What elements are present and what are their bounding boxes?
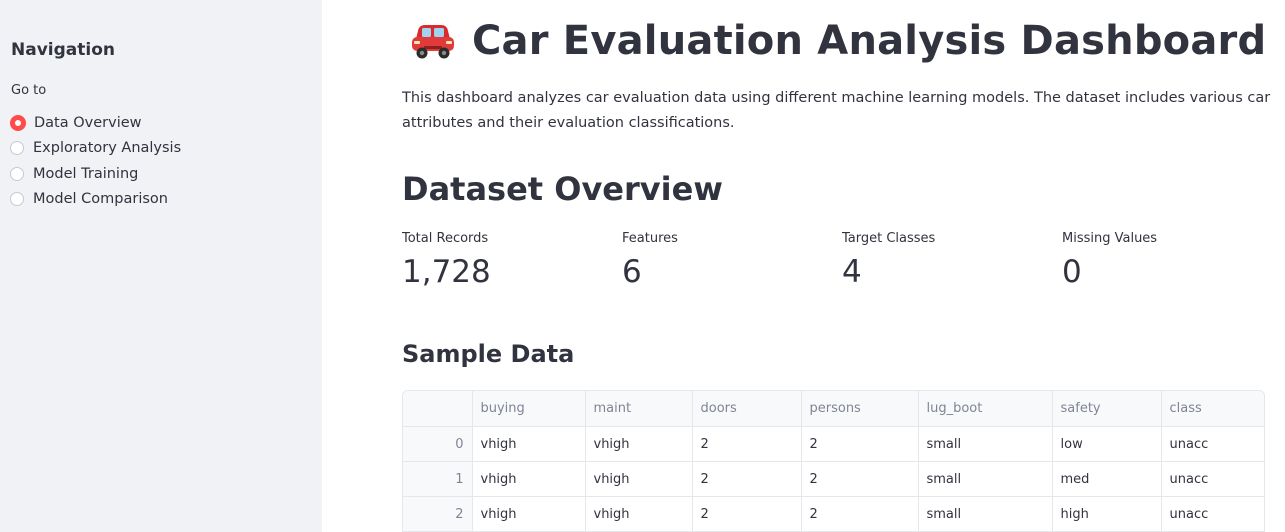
metric-label: Missing Values — [1062, 231, 1158, 246]
column-header-maint[interactable]: maint — [585, 391, 693, 427]
metric-missing-values: Missing Values 0 — [1062, 231, 1272, 290]
data-table: buying maint doors persons lug_boot safe… — [403, 391, 1264, 532]
metric-target-classes: Target Classes 4 — [842, 231, 1052, 290]
app: Navigation Go to Data Overview Explorato… — [0, 0, 1285, 532]
table-cell[interactable]: vhigh — [472, 461, 586, 497]
navigation-radio-group: Data Overview Exploratory Analysis Model… — [10, 110, 181, 212]
sample-data-table[interactable]: buying maint doors persons lug_boot safe… — [402, 390, 1265, 532]
table-cell[interactable]: 2 — [692, 461, 802, 497]
radio-option-label: Model Comparison — [33, 191, 168, 208]
metric-label: Target Classes — [842, 231, 936, 246]
table-cell[interactable]: med — [1052, 461, 1162, 497]
radio-unselected-icon[interactable] — [10, 141, 24, 156]
table-cell[interactable]: 2 — [801, 461, 919, 497]
column-header-safety[interactable]: safety — [1052, 391, 1162, 427]
column-header-index[interactable] — [403, 391, 473, 427]
table-cell[interactable]: unacc — [1161, 426, 1264, 462]
table-cell[interactable]: low — [1052, 426, 1162, 462]
table-cell[interactable]: high — [1052, 496, 1162, 532]
column-header-buying[interactable]: buying — [472, 391, 586, 427]
radio-option-exploratory-analysis[interactable]: Exploratory Analysis — [10, 136, 181, 162]
column-header-persons[interactable]: persons — [801, 391, 919, 427]
table-cell[interactable]: 2 — [692, 496, 802, 532]
car-icon — [412, 25, 454, 59]
section-title-dataset-overview: Dataset Overview — [402, 170, 723, 208]
radio-option-label: Model Training — [33, 165, 139, 182]
radio-option-label: Exploratory Analysis — [33, 140, 182, 157]
table-cell[interactable]: vhigh — [472, 426, 586, 462]
sidebar-title: Navigation — [11, 40, 115, 60]
table-cell[interactable]: unacc — [1161, 461, 1264, 497]
radio-option-label: Data Overview — [34, 114, 142, 131]
metric-value: 0 — [1062, 254, 1082, 290]
metric-label: Features — [622, 231, 678, 246]
column-header-doors[interactable]: doors — [692, 391, 802, 427]
table-cell[interactable]: vhigh — [585, 426, 693, 462]
page-header: Car Evaluation Analysis Dashboard — [410, 18, 1266, 64]
table-cell[interactable]: 2 — [801, 426, 919, 462]
table-cell[interactable]: 2 — [692, 426, 802, 462]
radio-option-data-overview[interactable]: Data Overview — [10, 110, 181, 136]
table-cell[interactable]: vhigh — [472, 496, 586, 532]
table-cell[interactable]: small — [918, 426, 1053, 462]
table-cell-index[interactable]: 0 — [403, 426, 473, 462]
metric-value: 6 — [622, 254, 642, 290]
radio-option-model-training[interactable]: Model Training — [10, 161, 181, 187]
table-cell[interactable]: vhigh — [585, 461, 693, 497]
table-cell[interactable]: vhigh — [585, 496, 693, 532]
table-row: 2 vhigh vhigh 2 2 small high unacc — [403, 496, 1264, 532]
sidebar: Navigation Go to Data Overview Explorato… — [0, 0, 322, 532]
column-header-lug-boot[interactable]: lug_boot — [918, 391, 1053, 427]
radio-unselected-icon[interactable] — [10, 166, 24, 181]
metric-value: 4 — [842, 254, 862, 290]
metric-total-records: Total Records 1,728 — [402, 231, 612, 290]
radio-option-model-comparison[interactable]: Model Comparison — [10, 187, 181, 213]
table-row: 1 vhigh vhigh 2 2 small med unacc — [403, 461, 1264, 497]
page-title: Car Evaluation Analysis Dashboard — [472, 18, 1267, 64]
table-row: 0 vhigh vhigh 2 2 small low unacc — [403, 426, 1264, 462]
intro-text: This dashboard analyzes car evaluation d… — [402, 90, 1271, 131]
metric-features: Features 6 — [622, 231, 832, 290]
table-cell[interactable]: unacc — [1161, 496, 1264, 532]
table-cell[interactable]: small — [918, 461, 1053, 497]
table-header-row: buying maint doors persons lug_boot safe… — [403, 391, 1264, 427]
metric-value: 1,728 — [402, 254, 491, 290]
section-title-sample-data: Sample Data — [402, 340, 575, 368]
table-cell[interactable]: small — [918, 496, 1053, 532]
radio-selected-icon[interactable] — [10, 114, 26, 131]
radio-unselected-icon[interactable] — [10, 192, 24, 207]
table-cell[interactable]: 2 — [801, 496, 919, 532]
table-cell-index[interactable]: 2 — [403, 496, 473, 532]
metric-label: Total Records — [402, 231, 489, 246]
main-content: Car Evaluation Analysis Dashboard This d… — [322, 0, 1285, 532]
radio-group-label: Go to — [11, 83, 47, 98]
column-header-class[interactable]: class — [1161, 391, 1264, 427]
table-cell-index[interactable]: 1 — [403, 461, 473, 497]
